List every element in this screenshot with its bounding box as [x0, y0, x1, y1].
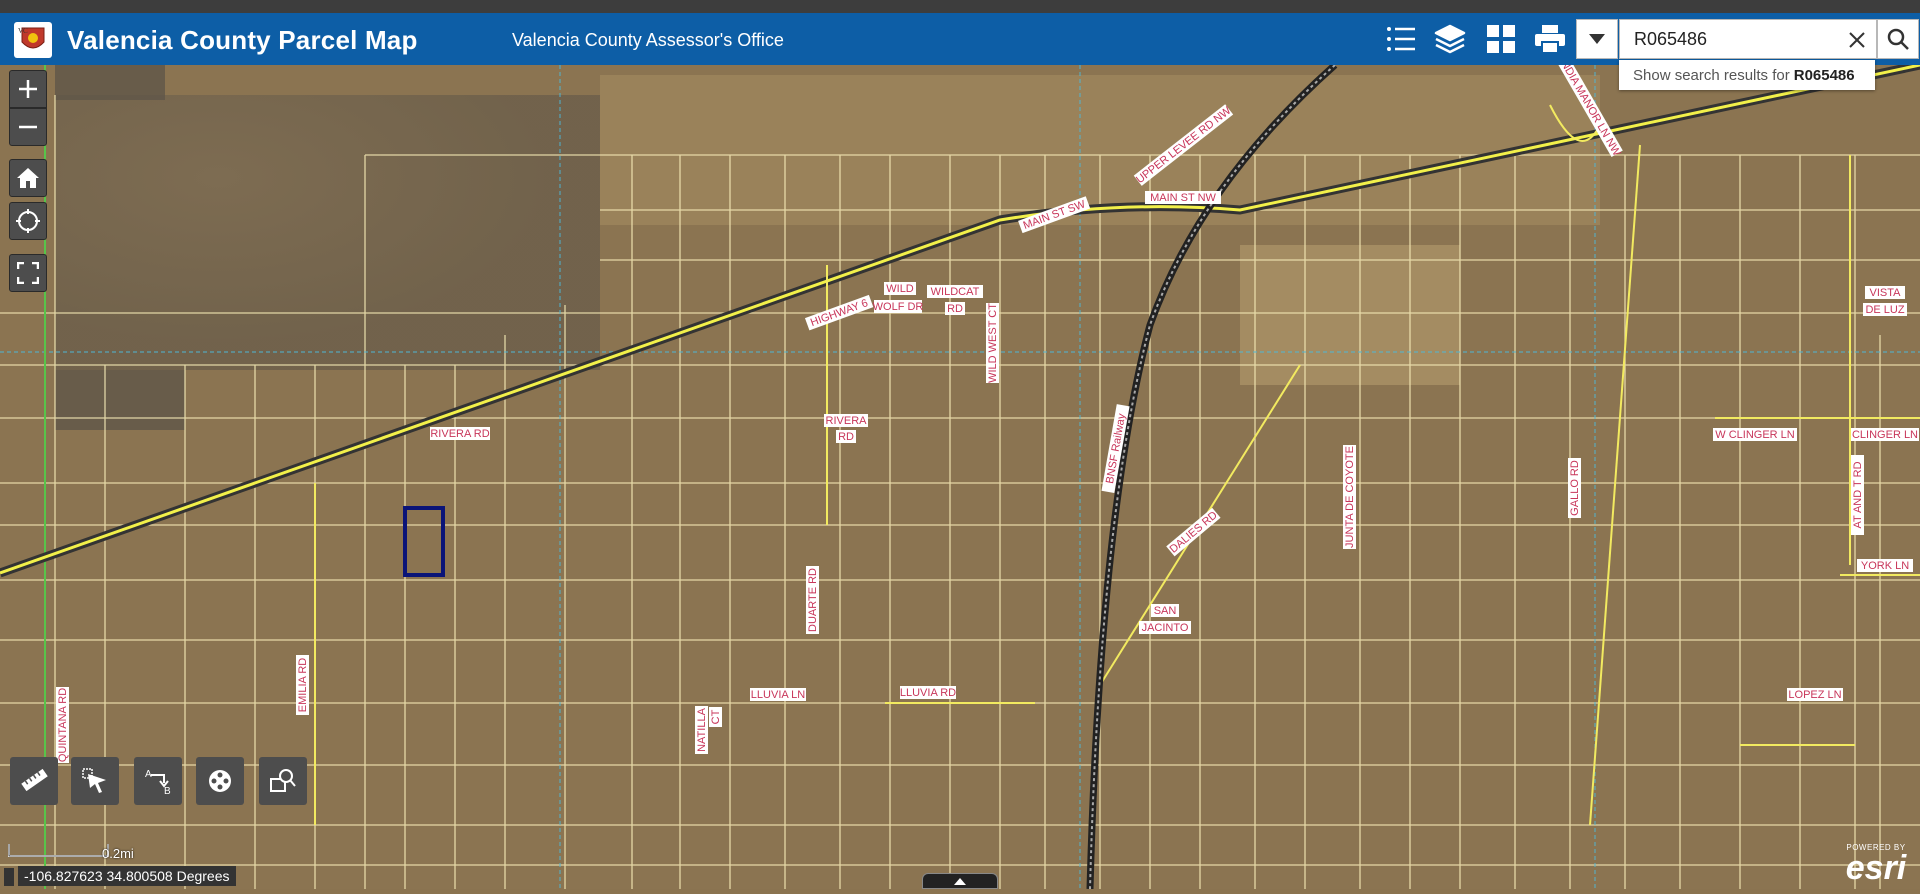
search-icon [1887, 28, 1909, 50]
svg-text:B: B [164, 786, 171, 797]
road-label-de-luz: DE LUZ [1865, 304, 1904, 316]
locate-button[interactable] [9, 202, 47, 240]
road-label-wildcat: WILDCAT [931, 286, 980, 298]
road-label-quintana-rd: QUINTANA RD [57, 688, 69, 762]
caret-up-icon [954, 877, 966, 885]
directions-icon: AB [145, 769, 171, 797]
browser-top-strip [0, 0, 1920, 13]
basemap-gallery-icon[interactable] [1482, 21, 1520, 57]
road-label-vista: VISTA [1870, 287, 1902, 299]
road-label-rivera: RIVERA [826, 415, 868, 427]
svg-text:A: A [145, 769, 152, 780]
search-button[interactable] [1877, 19, 1919, 59]
layers-icon[interactable] [1431, 21, 1469, 57]
esri-attribution[interactable]: POWERED BY esri [1836, 843, 1916, 887]
road-label-jacinto: JACINTO [1142, 622, 1189, 634]
road-label-wild-west-ct: WILD WEST CT [987, 303, 999, 383]
caret-down-icon [1589, 34, 1605, 44]
search-input[interactable] [1619, 19, 1877, 59]
zoom-in-button[interactable] [9, 70, 47, 108]
dark-lot [55, 370, 185, 430]
crosshair-icon [16, 209, 40, 233]
road-label-rivera-rd-2: RD [838, 431, 854, 443]
logo-text: VC [18, 27, 28, 35]
road-label-wild: WILD [886, 283, 914, 295]
road-label-w-clinger-ln: W CLINGER LN [1715, 429, 1795, 441]
road-label-wolf-dr: WOLF DR [873, 301, 924, 313]
directions-tool-button[interactable]: AB [134, 757, 182, 805]
fullscreen-icon [17, 262, 39, 284]
search-source-dropdown[interactable] [1576, 19, 1618, 59]
esri-logo: esri [1845, 849, 1907, 887]
road-label-lluvia-rd: LLUVIA RD [900, 687, 956, 699]
county-logo[interactable]: VC [14, 22, 52, 58]
road-label-wildcat-rd: RD [947, 303, 963, 315]
bottom-panel-toggle[interactable] [922, 873, 998, 889]
print-icon[interactable] [1531, 21, 1569, 57]
suggestion-prefix: Show search results for [1633, 66, 1790, 84]
clear-search-button[interactable] [1844, 27, 1870, 53]
fullscreen-button[interactable] [9, 254, 47, 292]
road-label-main-st-nw: MAIN ST NW [1150, 192, 1216, 204]
road-label-york-ln: YORK LN [1861, 560, 1909, 572]
film-tool-button[interactable] [196, 757, 244, 805]
plus-icon [19, 80, 37, 98]
scale-bar [8, 844, 109, 857]
home-button[interactable] [9, 159, 47, 197]
road-label-emilia-rd: EMILIA RD [297, 658, 309, 712]
minus-icon [19, 125, 37, 129]
road-label-at-and-t-rd: AT AND T RD [1852, 461, 1864, 528]
select-tool-button[interactable] [71, 757, 119, 805]
road-label-natilla-ct: CT [710, 709, 722, 724]
legend-list-icon[interactable] [1382, 21, 1420, 57]
app-subtitle: Valencia County Assessor's Office [512, 30, 784, 50]
developed-area [1240, 245, 1460, 385]
road-label-lopez-ln: LOPEZ LN [1788, 689, 1841, 701]
close-icon [1849, 32, 1865, 48]
road-label-clinger-ln: CLINGER LN [1852, 429, 1918, 441]
search-suggestion[interactable]: Show search results for R065486 [1619, 60, 1875, 90]
query-tool-button[interactable] [259, 757, 307, 805]
road-label-lluvia-ln: LLUVIA LN [751, 689, 805, 701]
zoom-out-button[interactable] [9, 108, 47, 146]
measure-tool-button[interactable] [10, 757, 58, 805]
home-icon [17, 168, 39, 188]
zoom-search-icon [270, 769, 296, 792]
app-header: VC Valencia County Parcel Map Valencia C… [0, 13, 1920, 65]
road-label-rivera-rd: RIVERA RD [430, 428, 489, 440]
coordinate-readout: -106.827623 34.800508 Degrees [18, 866, 236, 886]
suggestion-term: R065486 [1793, 66, 1855, 84]
scale-label: 0.2mi [102, 846, 134, 861]
road-label-junta-de-coyote: JUNTA DE COYOTE [1344, 446, 1356, 548]
coordinate-drag-handle[interactable] [4, 868, 14, 886]
dark-terrain-patch [55, 95, 600, 370]
app-title: Valencia County Parcel Map [67, 25, 418, 55]
road-label-natilla: NATILLA [696, 707, 708, 751]
measure-icon [21, 768, 48, 792]
road-label-duarte-rd: DUARTE RD [807, 568, 819, 632]
road-label-gallo-rd: GALLO RD [1569, 460, 1581, 516]
road-label-san: SAN [1154, 605, 1177, 617]
dark-lot-north [55, 65, 165, 100]
film-reel-icon [209, 770, 231, 792]
select-icon [82, 768, 106, 793]
